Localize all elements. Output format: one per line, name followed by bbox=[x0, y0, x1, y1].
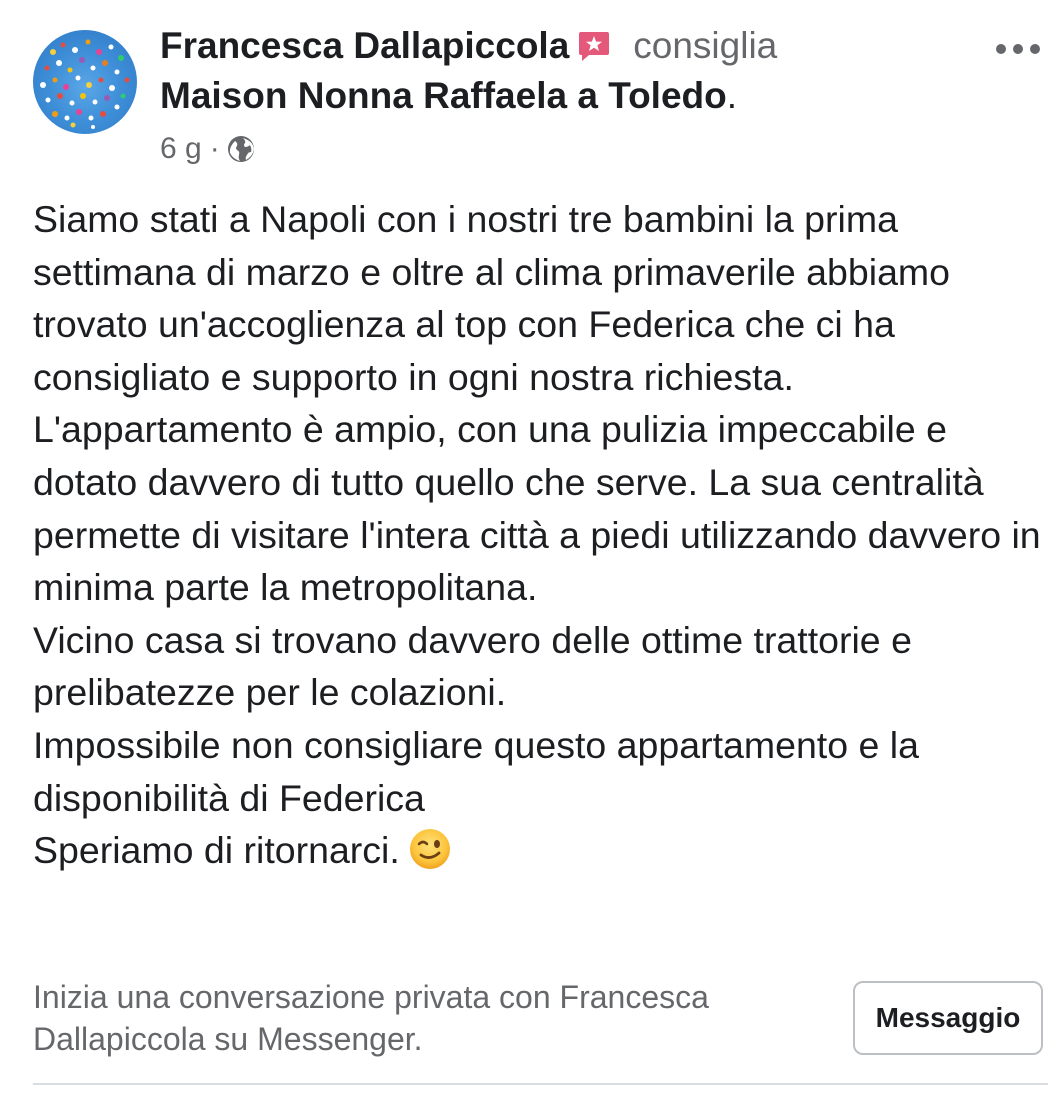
body-paragraph: L'appartamento è ampio, con una pulizia … bbox=[33, 408, 1041, 609]
more-dot bbox=[996, 44, 1006, 54]
post-header-line-1: Francesca Dallapiccola consiglia bbox=[160, 24, 777, 68]
body-paragraph: Vicino casa si trovano davvero delle ott… bbox=[33, 618, 912, 714]
recommendation-star-icon bbox=[577, 29, 611, 63]
page-name-period: . bbox=[726, 75, 738, 116]
messenger-prompt: Inizia una conversazione privata con Fra… bbox=[33, 979, 709, 1057]
post-meta: 6 g · bbox=[160, 130, 256, 168]
message-button[interactable]: Messaggio bbox=[853, 981, 1043, 1055]
page-name-link[interactable]: Maison Nonna Raffaela a Toledo bbox=[160, 75, 727, 116]
post-header-line-2: Maison Nonna Raffaela a Toledo. bbox=[160, 74, 737, 118]
globe-icon bbox=[226, 134, 256, 164]
body-closing-text: Speriamo di ritornarci. bbox=[33, 829, 400, 872]
recommends-text: consiglia bbox=[633, 25, 778, 66]
author-avatar[interactable] bbox=[33, 30, 137, 134]
body-paragraph: Siamo stati a Napoli con i nostri tre ba… bbox=[33, 198, 951, 398]
body-paragraph: Impossibile non consigliare questo appar… bbox=[33, 723, 919, 819]
more-dot bbox=[1030, 44, 1040, 54]
body-paragraph-closing: Speriamo di ritornarci. bbox=[33, 824, 1043, 877]
meta-separator: · bbox=[209, 132, 220, 165]
winking-face-emoji bbox=[408, 827, 452, 871]
post-timestamp[interactable]: 6 g bbox=[160, 132, 202, 166]
post-body: Siamo stati a Napoli con i nostri tre ba… bbox=[33, 193, 1043, 877]
balloons-photo bbox=[40, 39, 130, 129]
recommendation-post: Francesca Dallapiccola consiglia Maison … bbox=[0, 0, 1048, 1097]
author-name[interactable]: Francesca Dallapiccola bbox=[160, 24, 569, 68]
divider bbox=[33, 1083, 1048, 1085]
more-dot bbox=[1013, 44, 1023, 54]
more-options-icon[interactable] bbox=[996, 36, 1048, 62]
